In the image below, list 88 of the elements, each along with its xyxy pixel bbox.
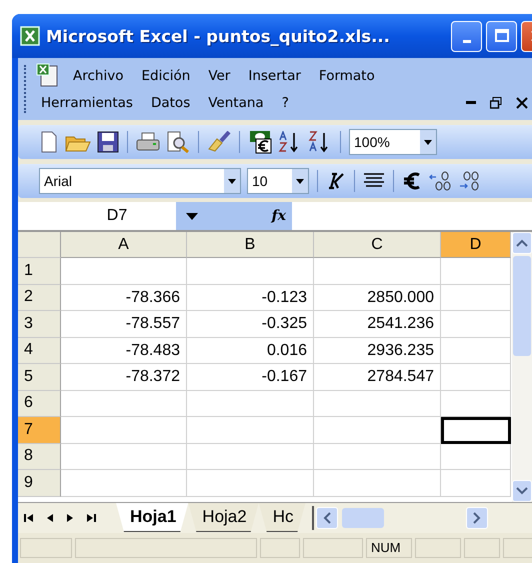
status-panel [20,538,72,558]
table-cell: -78.557 [61,311,187,338]
menu-item[interactable]: Ver [202,68,242,84]
dropdown-arrow-icon [228,178,236,184]
table-cell: -0.123 [187,284,314,311]
column-header[interactable]: B [187,232,314,258]
sheet-tab[interactable]: Hoja1 [116,503,188,532]
status-panel [464,538,500,558]
print-preview-icon[interactable] [166,131,190,153]
row-header[interactable]: 2 [18,284,61,311]
status-panel [303,538,363,558]
sheet-tab[interactable]: Hc [258,503,306,532]
save-icon[interactable] [97,131,119,153]
row-header[interactable]: 4 [18,338,61,364]
name-box[interactable]: D7 [18,202,208,230]
table-cell: 2541.236 [314,311,441,338]
vertical-scrollbar[interactable] [512,232,532,502]
font-dropdown[interactable]: Arial [39,168,241,194]
status-panel [260,538,300,558]
table-cell: -78.483 [61,338,187,364]
column-header[interactable]: D [441,232,511,258]
table-cell[interactable] [441,417,511,444]
spreadsheet-icon [20,26,40,46]
table-cell: -0.167 [187,364,314,390]
align-center-icon[interactable] [363,172,385,190]
menu-item[interactable]: Formato [312,68,387,84]
row-header[interactable]: 8 [18,444,61,470]
row-header[interactable]: 9 [18,470,61,496]
window-title: Microsoft Excel - puntos_quito2.xls... [46,26,390,46]
row-header[interactable]: 3 [18,311,61,338]
dropdown-arrow-icon [424,140,432,144]
brush-icon[interactable] [207,131,231,153]
column-header[interactable]: C [314,232,441,258]
next-sheet-icon[interactable] [66,513,74,523]
status-indicator: NUM [366,538,412,558]
last-sheet-icon[interactable] [86,513,96,523]
first-sheet-icon[interactable] [24,513,34,523]
scroll-down-button[interactable] [512,480,532,502]
printer-icon[interactable] [136,131,160,153]
insert-function-button[interactable]: fx [272,208,286,224]
dropdown-arrow-icon [296,178,304,184]
font-size-dropdown[interactable]: 10 [247,168,309,194]
close-icon[interactable] [516,96,528,108]
horizontal-scrollbar[interactable] [312,506,488,530]
scroll-left-button[interactable] [316,507,338,529]
chevron-down-icon [516,487,528,495]
minimize-icon [462,40,470,42]
maximize-button[interactable] [486,20,517,52]
minimize-button[interactable] [451,20,482,52]
row-header[interactable]: 5 [18,364,61,390]
table-cell: 2784.547 [314,364,441,390]
previous-sheet-icon[interactable] [46,513,54,523]
euro-icon[interactable] [402,172,422,190]
table-cell: 2936.235 [314,338,441,364]
row-header[interactable]: 1 [18,258,61,284]
table-cell: 0.016 [187,338,314,364]
scroll-up-button[interactable] [512,232,532,254]
menu-item[interactable]: Insertar [242,68,313,84]
menu-item[interactable]: Ventana [202,94,276,110]
row-header[interactable]: 7 [18,417,61,444]
minimize-icon[interactable] [466,100,476,104]
table-cell: -78.366 [61,284,187,311]
chevron-up-icon [516,239,528,247]
scroll-thumb[interactable] [513,256,531,356]
new-file-icon[interactable] [39,131,59,153]
scroll-thumb[interactable] [342,508,384,528]
menu-item[interactable]: Datos [144,94,202,110]
menu-item[interactable]: Herramientas [35,94,145,110]
dropdown-arrow-icon[interactable] [186,212,198,220]
menu-item[interactable]: Archivo [67,68,136,84]
sheet-tab[interactable]: Hoja2 [188,503,259,532]
italic-icon[interactable] [326,172,346,190]
scroll-right-button[interactable] [466,507,488,529]
restore-icon[interactable] [490,96,502,108]
column-header[interactable]: A [61,232,187,258]
currency-icon[interactable] [248,130,272,154]
increase-decimal-icon[interactable] [428,171,452,191]
status-panel [415,538,461,558]
chevron-right-icon [472,512,480,524]
chevron-left-icon [322,512,330,524]
menu-item[interactable]: ? [276,94,301,110]
maximize-icon [494,28,510,44]
row-header[interactable]: 6 [18,390,61,417]
table-cell: -78.372 [61,364,187,390]
zoom-dropdown[interactable]: 100% [349,129,437,155]
menu-item[interactable]: Edición [135,68,202,84]
table-cell: 2850.000 [314,284,441,311]
table-cell: -0.325 [187,311,314,338]
